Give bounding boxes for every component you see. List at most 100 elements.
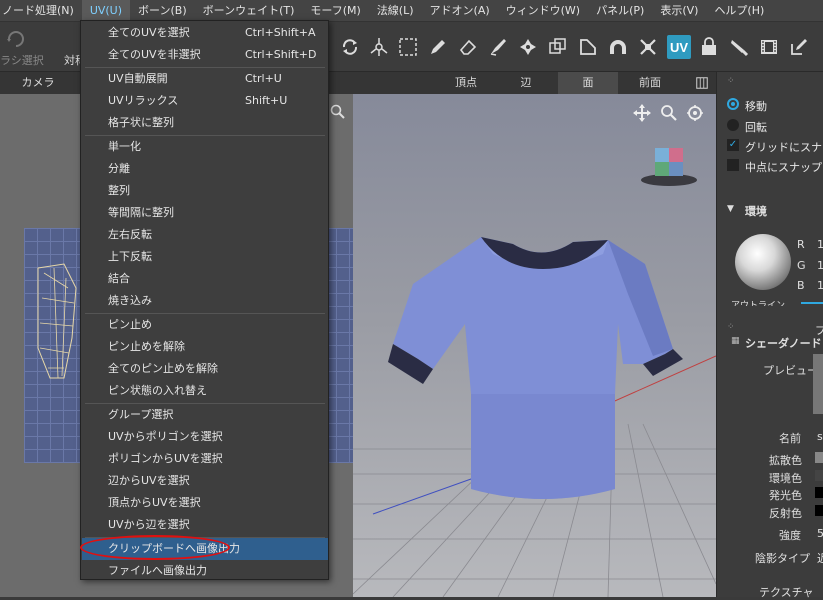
menu-item-edge-to-uv[interactable]: 辺からUVを選択 [82, 470, 328, 492]
shader-node-header: シェーダノード [745, 337, 822, 350]
tab-front[interactable]: 前面 [620, 72, 680, 94]
menu-item-polygon-to-uv[interactable]: ポリゴンからUVを選択 [82, 448, 328, 470]
menu-item-merge[interactable]: 結合 [82, 268, 328, 290]
menu-item-separate[interactable]: 分離 [82, 158, 328, 180]
refresh-icon[interactable] [338, 35, 362, 59]
name-value[interactable]: s [817, 430, 823, 443]
menu-item-flip-vertical[interactable]: 上下反転 [82, 246, 328, 268]
menu-node-process[interactable]: ノード処理(N) [0, 0, 82, 22]
menu-item-label: グループ選択 [108, 408, 174, 421]
diffuse-swatch[interactable] [815, 452, 823, 463]
axis-gizmo-icon[interactable] [367, 35, 391, 59]
menu-item-uv-relax[interactable]: UVリラックス Shift+U [82, 90, 328, 112]
zoom-icon[interactable] [660, 104, 678, 125]
env-r-value[interactable]: 1 [817, 238, 823, 251]
menu-item-label: 全てのUVを非選択 [108, 48, 201, 61]
name-label: 名前 [779, 432, 801, 445]
cube-wire-icon[interactable] [546, 35, 570, 59]
menu-item-uv-auto-unwrap[interactable]: UV自動展開 Ctrl+U [82, 68, 328, 90]
tab-edge[interactable]: 辺 [498, 72, 554, 94]
edit-icon[interactable] [787, 35, 811, 59]
menu-item-swap-pin-state[interactable]: ピン状態の入れ替え [82, 380, 328, 402]
preview-thumbnail [813, 354, 823, 414]
grid-snap-checkbox[interactable]: ✓ [727, 139, 739, 151]
brush-icon[interactable] [727, 35, 751, 59]
strength-value[interactable]: 5 [817, 527, 823, 540]
menu-item-equal-spacing[interactable]: 等間隔に整列 [82, 202, 328, 224]
env-g-label: G [797, 259, 806, 272]
menu-item-label: ポリゴンからUVを選択 [108, 452, 223, 465]
menu-addon[interactable]: アドオン(A) [422, 0, 498, 22]
menu-item-group-select[interactable]: グループ選択 [82, 404, 328, 426]
menu-item-flip-horizontal[interactable]: 左右反転 [82, 224, 328, 246]
menu-bone[interactable]: ボーン(B) [130, 0, 195, 22]
shading-type-value[interactable]: 近 [817, 550, 823, 566]
midpoint-snap-checkbox[interactable] [727, 159, 739, 171]
menu-item-export-image-file[interactable]: ファイルへ画像出力 [82, 560, 328, 582]
orbit-icon[interactable] [686, 104, 704, 125]
shrink-icon[interactable] [636, 35, 660, 59]
arch-icon[interactable] [606, 35, 630, 59]
menu-item-label: ファイルへ画像出力 [108, 564, 207, 577]
3d-viewport[interactable] [353, 94, 716, 597]
rotate-label: 回転 [745, 121, 767, 134]
weld-icon[interactable] [516, 35, 540, 59]
uv-zoom-icon[interactable] [330, 104, 346, 123]
environment-sphere[interactable] [735, 234, 791, 290]
rotate-radio[interactable] [727, 119, 739, 131]
menu-item-unify[interactable]: 単一化 [82, 136, 328, 158]
ambient-swatch[interactable] [815, 470, 823, 481]
outline-slider[interactable] [801, 302, 823, 304]
uv-mode-button[interactable]: UV [667, 35, 691, 59]
menu-view[interactable]: 表示(V) [652, 0, 706, 22]
menu-item-grid-align[interactable]: 格子状に整列 [82, 112, 328, 134]
annotation-highlight-circle [80, 535, 230, 560]
specular-swatch[interactable] [815, 505, 823, 516]
tab-vertex[interactable]: 頂点 [438, 72, 494, 94]
strength-label: 強度 [779, 529, 801, 542]
move-radio[interactable] [727, 98, 739, 110]
menu-help[interactable]: ヘルプ(H) [706, 0, 772, 22]
tab-face[interactable]: 面 [558, 72, 618, 94]
menu-normal[interactable]: 法線(L) [369, 0, 422, 22]
menu-item-label: 左右反転 [108, 228, 152, 241]
emission-swatch[interactable] [815, 487, 823, 498]
menu-uv[interactable]: UV(U) [81, 0, 131, 22]
film-icon[interactable] [757, 35, 781, 59]
menu-item-label: 分離 [108, 162, 130, 175]
menu-window[interactable]: ウィンドウ(W) [498, 0, 588, 22]
menu-item-unpin-all[interactable]: 全てのピン止めを解除 [82, 358, 328, 380]
tab-camera[interactable]: カメラ [0, 72, 76, 94]
rect-select-icon[interactable] [396, 35, 420, 59]
menu-item-align[interactable]: 整列 [82, 180, 328, 202]
menu-panel[interactable]: パネル(P) [588, 0, 652, 22]
env-g-value[interactable]: 1 [817, 259, 823, 272]
cube-view-icon[interactable] [690, 72, 714, 94]
shader-node-icon: ▦ [731, 336, 740, 346]
menu-item-unpin[interactable]: ピン止めを解除 [82, 336, 328, 358]
knife-icon[interactable] [486, 35, 510, 59]
grip-icon-2: ⁘ [727, 322, 735, 332]
menu-bone-weight[interactable]: ボーンウェイト(T) [195, 0, 303, 22]
menu-item-uv-to-polygon[interactable]: UVからポリゴンを選択 [82, 426, 328, 448]
menu-morph[interactable]: モーフ(M) [302, 0, 368, 22]
outline-label: アウトライン [731, 301, 786, 306]
pan-icon[interactable] [633, 104, 651, 125]
menu-item-shortcut: Ctrl+U [245, 72, 282, 85]
menu-item-bake[interactable]: 焼き込み [82, 290, 328, 312]
eraser-icon[interactable] [456, 35, 480, 59]
menu-item-select-all-uv[interactable]: 全てのUVを選択 Ctrl+Shift+A [82, 22, 328, 44]
bag-icon[interactable] [697, 35, 721, 59]
grid-snap-label: グリッドにスナップ [745, 141, 823, 154]
menu-item-uv-to-edge[interactable]: UVから辺を選択 [82, 514, 328, 536]
menu-item-deselect-all-uv[interactable]: 全てのUVを非選択 Ctrl+Shift+D [82, 44, 328, 66]
brush-select-icon[interactable] [4, 26, 28, 50]
bevel-icon[interactable] [576, 35, 600, 59]
view-cube-icon[interactable] [638, 144, 700, 191]
environment-collapse-icon[interactable]: ▼ [727, 204, 734, 214]
menu-item-vertex-to-uv[interactable]: 頂点からUVを選択 [82, 492, 328, 514]
menu-item-label: 頂点からUVを選択 [108, 496, 201, 509]
pencil-icon[interactable] [426, 35, 450, 59]
env-b-value[interactable]: 1 [817, 279, 823, 292]
menu-item-pin[interactable]: ピン止め [82, 314, 328, 336]
